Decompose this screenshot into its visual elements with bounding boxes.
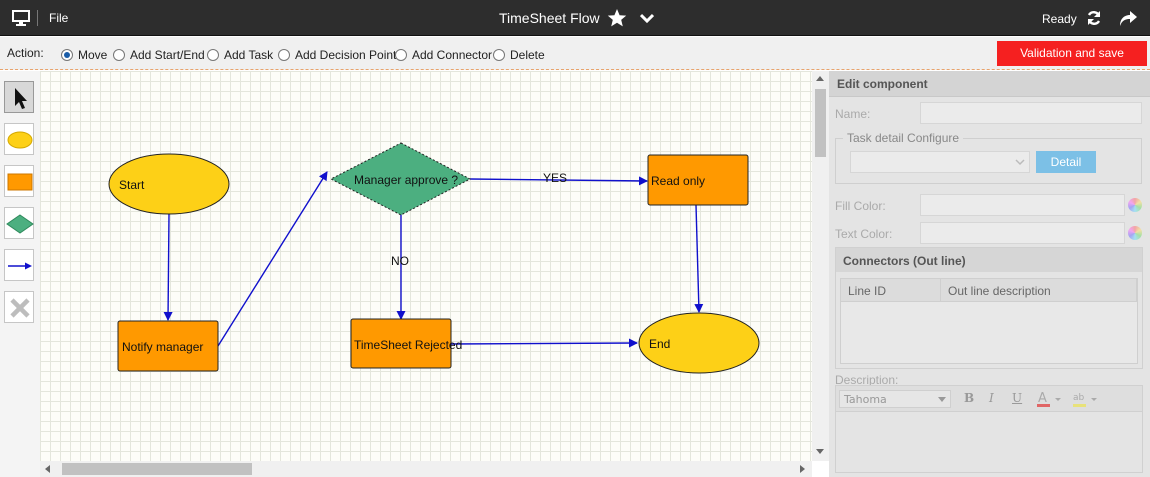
highlight-color-icon[interactable]: ab — [1072, 390, 1102, 408]
radio-dot[interactable] — [493, 49, 505, 61]
action-delete-radio[interactable]: Delete — [493, 48, 545, 62]
color-picker-icon[interactable] — [1128, 226, 1142, 240]
flow-diagram — [108, 142, 760, 374]
column-header-line-id[interactable]: Line ID — [841, 279, 941, 302]
detail-button[interactable]: Detail — [1036, 151, 1096, 173]
toolbox — [0, 71, 40, 477]
rectangle-icon — [7, 173, 33, 191]
radio-label: Add Connector — [412, 48, 493, 62]
font-value: Tahoma — [844, 393, 887, 406]
read-only-label: Read only — [651, 174, 706, 188]
flow-canvas[interactable]: Start Notify manager Manager approve ? R… — [40, 71, 812, 461]
decision-label: Manager approve ? — [354, 173, 459, 187]
scroll-up-icon[interactable] — [816, 76, 824, 81]
underline-icon[interactable]: U — [1012, 391, 1022, 405]
status-text: Ready — [1042, 12, 1077, 26]
connectors-title: Connectors (Out line) — [836, 248, 1142, 272]
action-add-decision-radio[interactable]: Add Decision Point — [278, 48, 396, 62]
bold-icon[interactable]: B — [964, 391, 974, 405]
action-move-radio[interactable]: Move — [61, 48, 107, 62]
scroll-right-icon[interactable] — [800, 465, 805, 473]
ellipse-icon — [7, 131, 33, 149]
page-title: TimeSheet Flow — [499, 10, 600, 26]
scroll-thumb[interactable] — [815, 89, 826, 157]
radio-dot[interactable] — [207, 49, 219, 61]
scroll-down-icon[interactable] — [816, 449, 824, 454]
notify-manager-label: Notify manager — [122, 340, 204, 354]
name-input[interactable] — [920, 102, 1142, 124]
task-detail-legend: Task detail Configure — [843, 131, 964, 145]
scroll-left-icon[interactable] — [45, 465, 50, 473]
edge-readonly-end[interactable] — [694, 204, 704, 313]
fill-color-input[interactable] — [920, 194, 1125, 216]
italic-icon[interactable]: I — [989, 391, 994, 405]
action-label: Action: — [7, 46, 44, 60]
start-end-tool[interactable] — [4, 123, 34, 155]
arrow-right-icon — [8, 262, 32, 270]
description-editor[interactable]: Tahoma B I U A ab — [835, 385, 1143, 473]
text-color-input[interactable] — [920, 222, 1125, 244]
radio-label: Move — [78, 48, 108, 62]
edge-notify-decision[interactable] — [217, 171, 328, 347]
edge-rejected-end[interactable] — [450, 338, 638, 348]
color-picker-icon[interactable] — [1128, 198, 1142, 212]
diamond-icon — [6, 214, 34, 234]
connectors-section: Connectors (Out line) Line ID Out line d… — [835, 247, 1143, 369]
edge-label-yes: YES — [543, 171, 568, 185]
panel-title: Edit component — [829, 71, 1150, 97]
text-color-icon[interactable]: A — [1036, 390, 1066, 408]
horizontal-scrollbar[interactable] — [40, 461, 812, 477]
connectors-table: Line ID Out line description — [840, 278, 1138, 364]
vertical-scrollbar[interactable] — [812, 71, 829, 461]
radio-dot[interactable] — [61, 49, 73, 61]
task-detail-select[interactable] — [850, 151, 1030, 173]
task-tool[interactable] — [4, 165, 34, 197]
font-select[interactable]: Tahoma — [839, 390, 951, 408]
action-add-start-end-radio[interactable]: Add Start/End — [113, 48, 205, 62]
star-icon[interactable] — [607, 8, 627, 28]
edge-label-no: NO — [391, 254, 409, 268]
radio-label: Add Decision Point — [295, 48, 397, 62]
radio-label: Add Task — [224, 48, 274, 62]
file-menu[interactable]: File — [49, 11, 68, 25]
top-bar: File TimeSheet Flow Ready — [0, 0, 1150, 36]
end-label: End — [649, 337, 671, 351]
radio-label: Add Start/End — [130, 48, 205, 62]
timesheet-rejected-label: TimeSheet Rejected — [354, 338, 463, 352]
divider — [37, 10, 38, 26]
chevron-down-icon[interactable] — [640, 12, 654, 24]
column-header-outline-description[interactable]: Out line description — [941, 279, 1137, 302]
decision-tool[interactable] — [4, 207, 34, 239]
radio-dot[interactable] — [113, 49, 125, 61]
svg-text:ab: ab — [1073, 393, 1085, 403]
refresh-icon[interactable] — [1086, 10, 1102, 26]
cursor-icon — [15, 88, 27, 109]
fill-color-label: Fill Color: — [835, 199, 886, 213]
radio-dot[interactable] — [278, 49, 290, 61]
caret-down-icon — [938, 397, 946, 402]
radio-dot[interactable] — [395, 49, 407, 61]
delete-tool[interactable] — [4, 291, 34, 323]
chevron-down-icon — [1015, 159, 1025, 166]
monitor-icon[interactable] — [12, 10, 30, 26]
edit-component-panel: Edit component Name: Task detail Configu… — [829, 71, 1150, 477]
name-label: Name: — [835, 107, 871, 121]
action-add-task-radio[interactable]: Add Task — [207, 48, 273, 62]
start-label: Start — [119, 178, 145, 192]
svg-text:A: A — [1038, 391, 1047, 406]
action-add-connector-radio[interactable]: Add Connector — [395, 48, 492, 62]
pointer-tool[interactable] — [4, 81, 34, 113]
editor-toolbar: Tahoma B I U A ab — [836, 386, 1142, 412]
share-icon[interactable] — [1118, 9, 1138, 27]
close-icon — [10, 298, 30, 318]
action-bar: Action: Move Add Start/End Add Task Add … — [0, 37, 1150, 70]
text-color-label: Text Color: — [835, 227, 893, 241]
scroll-thumb[interactable] — [62, 463, 252, 475]
edge-start-notify[interactable] — [163, 213, 173, 321]
validation-save-button[interactable]: Validation and save — [997, 41, 1147, 66]
radio-label: Delete — [510, 48, 545, 62]
connector-tool[interactable] — [4, 249, 34, 281]
